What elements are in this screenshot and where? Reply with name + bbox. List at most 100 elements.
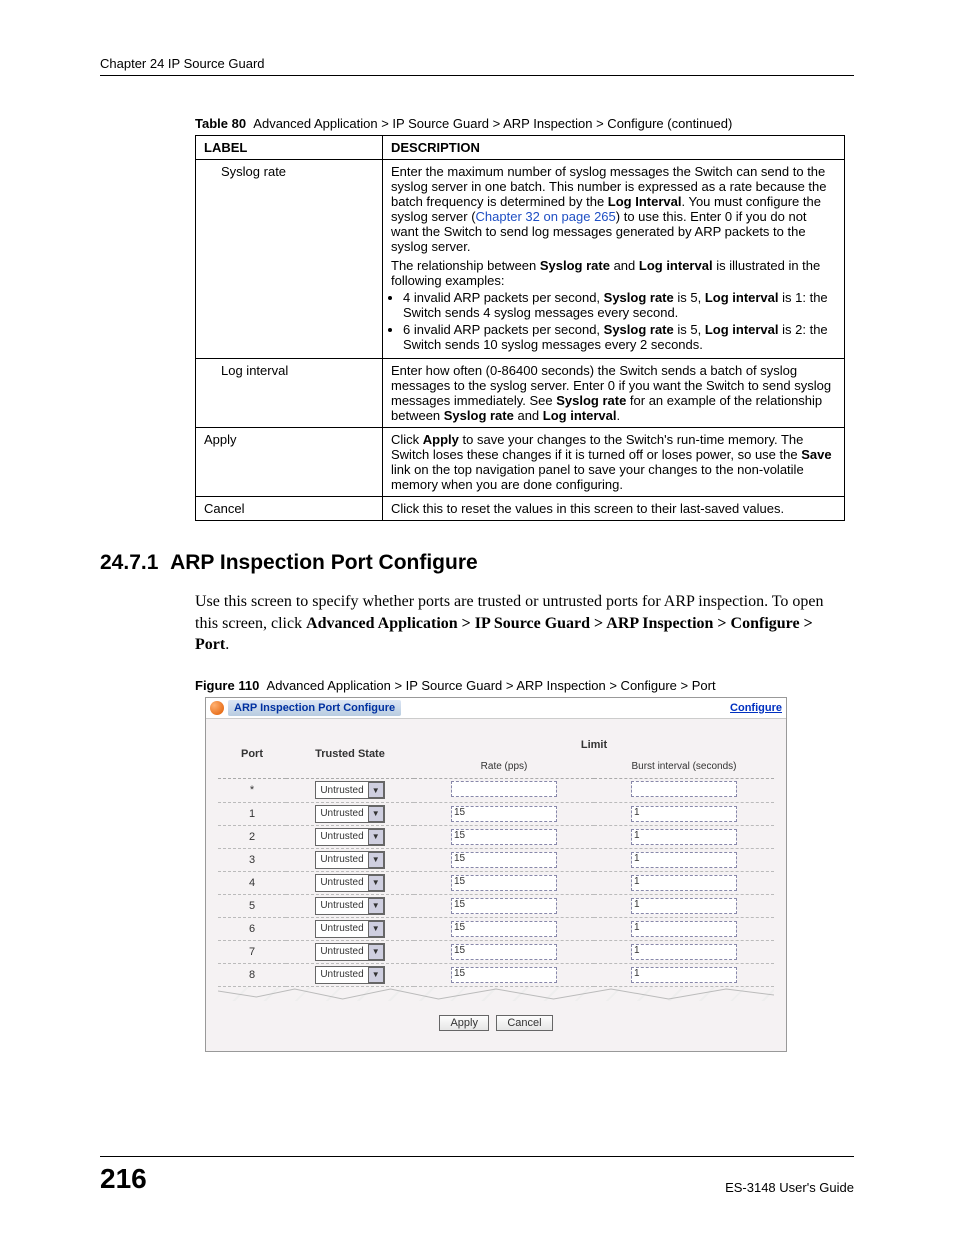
table-row: 3 Untrusted▼ 15 1 (218, 848, 774, 871)
burst-input[interactable]: 1 (631, 921, 737, 937)
section-body: Use this screen to specify whether ports… (195, 591, 844, 656)
rate-input[interactable]: 15 (451, 921, 557, 937)
chapter-header: Chapter 24 IP Source Guard (100, 56, 265, 71)
chapter-link[interactable]: Chapter 32 on page 265 (476, 209, 616, 224)
desc-log-interval: Enter how often (0-86400 seconds) the Sw… (383, 359, 845, 428)
rate-input[interactable]: 15 (451, 944, 557, 960)
burst-input[interactable]: 1 (631, 806, 737, 822)
rate-input[interactable]: 15 (451, 852, 557, 868)
table-row: 1Untrusted▼151 (218, 802, 774, 825)
rate-input[interactable]: 15 (451, 829, 557, 845)
rate-input[interactable]: 15 (451, 898, 557, 914)
trusted-select[interactable]: Untrusted▼ (315, 943, 384, 961)
trusted-select[interactable]: Untrusted▼ (315, 781, 384, 799)
page-number: 216 (100, 1163, 147, 1195)
table-row: 4 Untrusted▼ 15 1 (218, 871, 774, 894)
label-cancel: Cancel (196, 497, 383, 521)
configure-link[interactable]: Configure (730, 702, 782, 714)
torn-edge (218, 987, 774, 1001)
guide-name: ES-3148 User's Guide (725, 1180, 854, 1195)
trusted-select[interactable]: Untrusted▼ (315, 851, 384, 869)
burst-input[interactable]: 1 (631, 967, 737, 983)
desc-syslog-rate: Enter the maximum number of syslog messa… (383, 160, 845, 359)
table-caption: Table 80 Advanced Application > IP Sourc… (195, 116, 854, 131)
rate-input[interactable]: 15 (451, 875, 557, 891)
burst-cell: 1 (594, 940, 774, 963)
th-trusted: Trusted State (286, 735, 414, 779)
logo-icon (210, 701, 224, 715)
burst-input[interactable]: 1 (631, 829, 737, 845)
th-port: Port (218, 735, 286, 779)
burst-cell: 1 (594, 802, 774, 825)
burst-cell: 1 (594, 825, 774, 848)
panel-header: ARP Inspection Port Configure Configure (206, 698, 786, 719)
table-row: 6 Untrusted▼ 15 1 (218, 917, 774, 940)
port-cell: 6 (218, 917, 286, 940)
cancel-button[interactable]: Cancel (496, 1015, 552, 1031)
label-apply: Apply (196, 428, 383, 497)
trusted-cell: Untrusted▼ (286, 848, 414, 871)
rate-cell: 15 (414, 871, 594, 894)
trusted-cell: Untrusted▼ (286, 917, 414, 940)
chevron-down-icon: ▼ (368, 944, 384, 960)
chevron-down-icon: ▼ (368, 829, 384, 845)
ports-table: Port Trusted State Limit Rate (pps) Burs… (218, 735, 774, 987)
apply-button[interactable]: Apply (439, 1015, 489, 1031)
chevron-down-icon: ▼ (368, 921, 384, 937)
label-log-interval: Log interval (196, 359, 383, 428)
rate-input[interactable] (451, 781, 557, 797)
list-item: 6 invalid ARP packets per second, Syslog… (403, 322, 836, 352)
trusted-select[interactable]: Untrusted▼ (315, 828, 384, 846)
burst-cell: 1 (594, 894, 774, 917)
port-cell: 7 (218, 940, 286, 963)
table-row: * Untrusted▼ (218, 778, 774, 802)
trusted-select[interactable]: Untrusted▼ (315, 897, 384, 915)
trusted-cell: Untrusted▼ (286, 778, 414, 802)
trusted-cell: Untrusted▼ (286, 940, 414, 963)
burst-input[interactable]: 1 (631, 898, 737, 914)
port-cell: 3 (218, 848, 286, 871)
figure-caption: Figure 110 Advanced Application > IP Sou… (195, 678, 854, 693)
rate-cell: 15 (414, 917, 594, 940)
table-row: 7 Untrusted▼ 15 1 (218, 940, 774, 963)
rate-input[interactable]: 15 (451, 967, 557, 983)
trusted-cell: Untrusted▼ (286, 802, 414, 825)
chevron-down-icon: ▼ (368, 852, 384, 868)
burst-input[interactable]: 1 (631, 944, 737, 960)
section-heading: 24.7.1 ARP Inspection Port Configure (100, 551, 854, 575)
burst-input[interactable]: 1 (631, 875, 737, 891)
row-syslog-rate: Syslog rate Enter the maximum number of … (196, 160, 845, 359)
config-table: LABEL DESCRIPTION Syslog rate Enter the … (195, 135, 845, 521)
burst-input[interactable]: 1 (631, 852, 737, 868)
panel-title: ARP Inspection Port Configure (228, 700, 401, 716)
rate-input[interactable]: 15 (451, 806, 557, 822)
page-footer: 216 ES-3148 User's Guide (100, 1156, 854, 1195)
burst-input[interactable] (631, 781, 737, 797)
chevron-down-icon: ▼ (368, 782, 384, 798)
trusted-select[interactable]: Untrusted▼ (315, 805, 384, 823)
port-cell: * (218, 778, 286, 802)
row-apply: Apply Click Apply to save your changes t… (196, 428, 845, 497)
desc-cancel: Click this to reset the values in this s… (383, 497, 845, 521)
rate-cell: 15 (414, 848, 594, 871)
trusted-select[interactable]: Untrusted▼ (315, 874, 384, 892)
trusted-cell: Untrusted▼ (286, 825, 414, 848)
port-cell: 2 (218, 825, 286, 848)
table-caption-label: Table 80 (195, 116, 246, 131)
chevron-down-icon: ▼ (368, 806, 384, 822)
rate-cell: 15 (414, 894, 594, 917)
row-log-interval: Log interval Enter how often (0-86400 se… (196, 359, 845, 428)
desc-apply: Click Apply to save your changes to the … (383, 428, 845, 497)
list-item: 4 invalid ARP packets per second, Syslog… (403, 290, 836, 320)
burst-cell: 1 (594, 848, 774, 871)
rate-cell: 15 (414, 940, 594, 963)
trusted-select[interactable]: Untrusted▼ (315, 966, 384, 984)
trusted-select[interactable]: Untrusted▼ (315, 920, 384, 938)
rate-cell: 15 (414, 802, 594, 825)
chevron-down-icon: ▼ (368, 875, 384, 891)
port-cell: 4 (218, 871, 286, 894)
trusted-cell: Untrusted▼ (286, 894, 414, 917)
chevron-down-icon: ▼ (368, 898, 384, 914)
rate-cell (414, 778, 594, 802)
th-burst: Burst interval (seconds) (594, 759, 774, 779)
